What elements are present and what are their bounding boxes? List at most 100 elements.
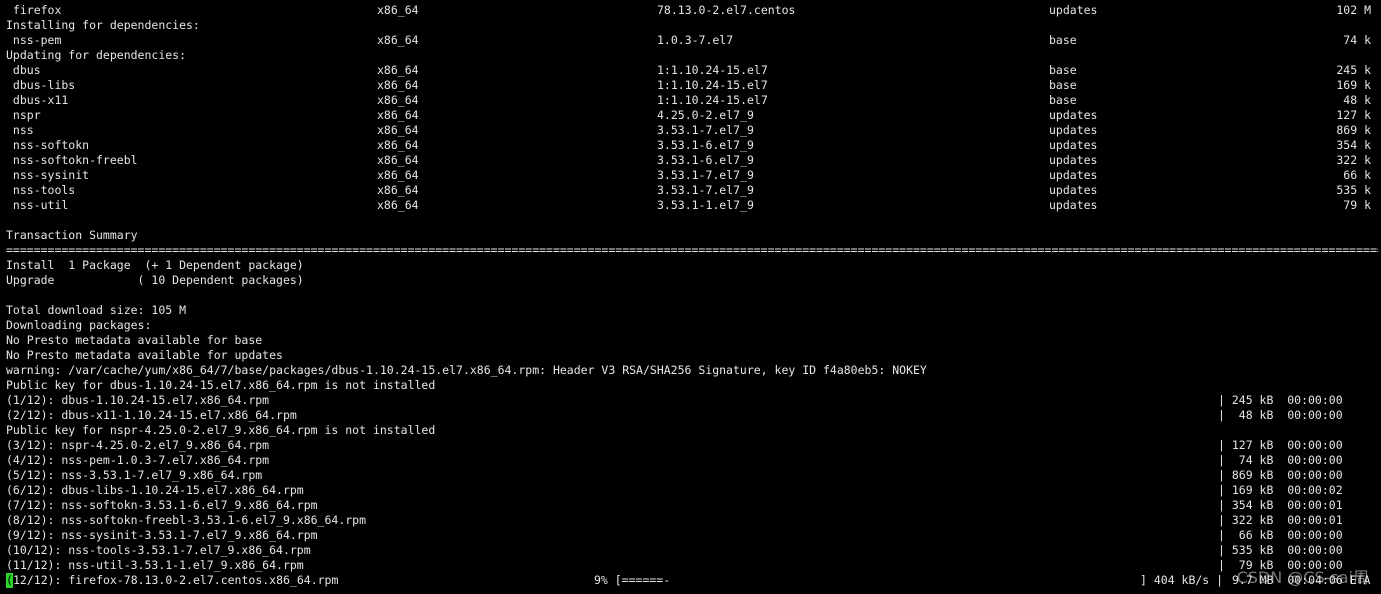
separator-line: ========================================…: [6, 243, 1378, 257]
download-text: (4/12): nss-pem-1.0.3-7.el7.x86_64.rpm: [6, 453, 270, 467]
package-repo: base: [1049, 33, 1077, 47]
package-repo: updates: [1049, 123, 1098, 137]
download-text: (7/12): nss-softokn-3.53.1-6.el7_9.x86_6…: [6, 498, 318, 512]
package-size: 322 k: [1336, 153, 1371, 167]
package-name: dbus-x11: [6, 93, 69, 107]
package-name: dbus: [6, 63, 41, 77]
upgrade-summary: Upgrade ( 10 Dependent packages): [6, 273, 304, 287]
package-repo: updates: [1049, 183, 1098, 197]
package-arch: x86_64: [377, 183, 419, 197]
presto-base-message: No Presto metadata available for base: [6, 333, 263, 347]
install-summary: Install 1 Package (+ 1 Dependent package…: [6, 258, 304, 272]
package-version: 1.0.3-7.el7: [657, 33, 734, 47]
package-row: nss-tools x86_64 3.53.1-7.el7_9 updates 535 …: [0, 183, 1381, 198]
package-name: nspr: [6, 108, 41, 122]
package-version: 3.53.1-1.el7_9: [657, 198, 754, 212]
package-version: 78.13.0-2.el7.centos: [657, 3, 796, 17]
package-name: nss-sysinit: [6, 168, 90, 182]
package-arch: x86_64: [377, 198, 419, 212]
package-repo: updates: [1049, 198, 1098, 212]
package-row: dbus x86_64 1:1.10.24-15.el7 base 245 k: [0, 63, 1381, 78]
package-arch: x86_64: [377, 123, 419, 137]
download-stats: | 74 kB 00:00:00: [1218, 453, 1343, 467]
progress-filename: (12/12): firefox-78.13.0-2.el7.centos.x8…: [6, 573, 338, 588]
package-arch: x86_64: [377, 108, 419, 122]
package-name: nss-softokn: [6, 138, 90, 152]
download-text: (11/12): nss-util-3.53.1-1.el7_9.x86_64.…: [6, 558, 304, 572]
package-row: firefox x86_64 78.13.0-2.el7.centos updates…: [0, 3, 1381, 18]
download-text: (10/12): nss-tools-3.53.1-7.el7_9.x86_64…: [6, 543, 311, 557]
package-version: 3.53.1-6.el7_9: [657, 153, 754, 167]
package-version: 3.53.1-7.el7_9: [657, 168, 754, 182]
download-text: (6/12): dbus-libs-1.10.24-15.el7.x86_64.…: [6, 483, 304, 497]
download-line: (4/12): nss-pem-1.0.3-7.el7.x86_64.rpm | …: [0, 453, 1381, 468]
package-row: dbus-x11 x86_64 1:1.10.24-15.el7 base 48 k: [0, 93, 1381, 108]
dependency-header: Updating for dependencies:: [6, 48, 187, 62]
total-download-size: Total download size: 105 M: [6, 303, 187, 317]
package-size: 869 k: [1336, 123, 1371, 137]
download-stats: | 48 kB 00:00:00: [1218, 408, 1343, 422]
package-version: 3.53.1-7.el7_9: [657, 183, 754, 197]
gpg-warning: warning: /var/cache/yum/x86_64/7/base/pa…: [6, 363, 927, 377]
package-row: nspr x86_64 4.25.0-2.el7_9 updates 127 k: [0, 108, 1381, 123]
package-size: 245 k: [1336, 63, 1371, 77]
package-arch: x86_64: [377, 78, 419, 92]
download-line: Public key for dbus-1.10.24-15.el7.x86_6…: [0, 378, 1381, 393]
download-stats: | 354 kB 00:00:01: [1218, 498, 1343, 512]
download-text: (5/12): nss-3.53.1-7.el7_9.x86_64.rpm: [6, 468, 263, 482]
package-arch: x86_64: [377, 33, 419, 47]
csdn-watermark: CSDN @CS-sai周: [1236, 568, 1369, 587]
package-size: 74 k: [1343, 33, 1371, 47]
package-row: nss-pem x86_64 1.0.3-7.el7 base 74 k: [0, 33, 1381, 48]
download-stats: | 869 kB 00:00:00: [1218, 468, 1343, 482]
download-text: (8/12): nss-softokn-freebl-3.53.1-6.el7_…: [6, 513, 367, 527]
download-line: (6/12): dbus-libs-1.10.24-15.el7.x86_64.…: [0, 483, 1381, 498]
package-version: 3.53.1-6.el7_9: [657, 138, 754, 152]
package-name: nss: [6, 123, 34, 137]
package-repo: updates: [1049, 108, 1098, 122]
package-row: nss-softokn x86_64 3.53.1-6.el7_9 updates 35…: [0, 138, 1381, 153]
package-name: nss-softokn-freebl: [6, 153, 138, 167]
package-arch: x86_64: [377, 138, 419, 152]
package-size: 535 k: [1336, 183, 1371, 197]
package-repo: updates: [1049, 153, 1098, 167]
package-size: 79 k: [1343, 198, 1371, 212]
download-text: (1/12): dbus-1.10.24-15.el7.x86_64.rpm: [6, 393, 270, 407]
package-version: 1:1.10.24-15.el7: [657, 93, 768, 107]
download-line: (11/12): nss-util-3.53.1-1.el7_9.x86_64.…: [0, 558, 1381, 573]
package-version: 4.25.0-2.el7_9: [657, 108, 754, 122]
terminal-window[interactable]: firefox x86_64 78.13.0-2.el7.centos updates…: [0, 0, 1381, 594]
download-line: (8/12): nss-softokn-freebl-3.53.1-6.el7_…: [0, 513, 1381, 528]
download-line: (9/12): nss-sysinit-3.53.1-7.el7_9.x86_6…: [0, 528, 1381, 543]
package-arch: x86_64: [377, 93, 419, 107]
package-size: 102 M: [1336, 3, 1371, 17]
package-repo: base: [1049, 78, 1077, 92]
download-text: (2/12): dbus-x11-1.10.24-15.el7.x86_64.r…: [6, 408, 297, 422]
download-text: Public key for nspr-4.25.0-2.el7_9.x86_6…: [6, 423, 436, 437]
download-stats: | 245 kB 00:00:00: [1218, 393, 1343, 407]
package-arch: x86_64: [377, 63, 419, 77]
package-arch: x86_64: [377, 153, 419, 167]
package-version: 1:1.10.24-15.el7: [657, 78, 768, 92]
download-line: (5/12): nss-3.53.1-7.el7_9.x86_64.rpm | 8…: [0, 468, 1381, 483]
package-name: nss-pem: [6, 33, 62, 47]
progress-file-text: 12/12): firefox-78.13.0-2.el7.centos.x86…: [13, 573, 339, 587]
package-size: 354 k: [1336, 138, 1371, 152]
download-line: (1/12): dbus-1.10.24-15.el7.x86_64.rpm | …: [0, 393, 1381, 408]
package-row: nss x86_64 3.53.1-7.el7_9 updates 869 k: [0, 123, 1381, 138]
package-row: nss-sysinit x86_64 3.53.1-7.el7_9 updates 66…: [0, 168, 1381, 183]
download-line: (3/12): nspr-4.25.0-2.el7_9.x86_64.rpm | …: [0, 438, 1381, 453]
download-stats: | 169 kB 00:00:02: [1218, 483, 1343, 497]
download-speed: ] 404 kB/s |: [1140, 573, 1224, 587]
package-size: 127 k: [1336, 108, 1371, 122]
package-size: 48 k: [1343, 93, 1371, 107]
package-name: firefox: [6, 3, 62, 17]
download-stats: | 535 kB 00:00:00: [1218, 543, 1343, 557]
dependency-header: Installing for dependencies:: [6, 18, 200, 32]
package-row: nss-util x86_64 3.53.1-1.el7_9 updates 79 k: [0, 198, 1381, 213]
package-size: 66 k: [1343, 168, 1371, 182]
download-text: Public key for dbus-1.10.24-15.el7.x86_6…: [6, 378, 436, 392]
download-text: (3/12): nspr-4.25.0-2.el7_9.x86_64.rpm: [6, 438, 270, 452]
package-repo: base: [1049, 63, 1077, 77]
package-repo: updates: [1049, 168, 1098, 182]
